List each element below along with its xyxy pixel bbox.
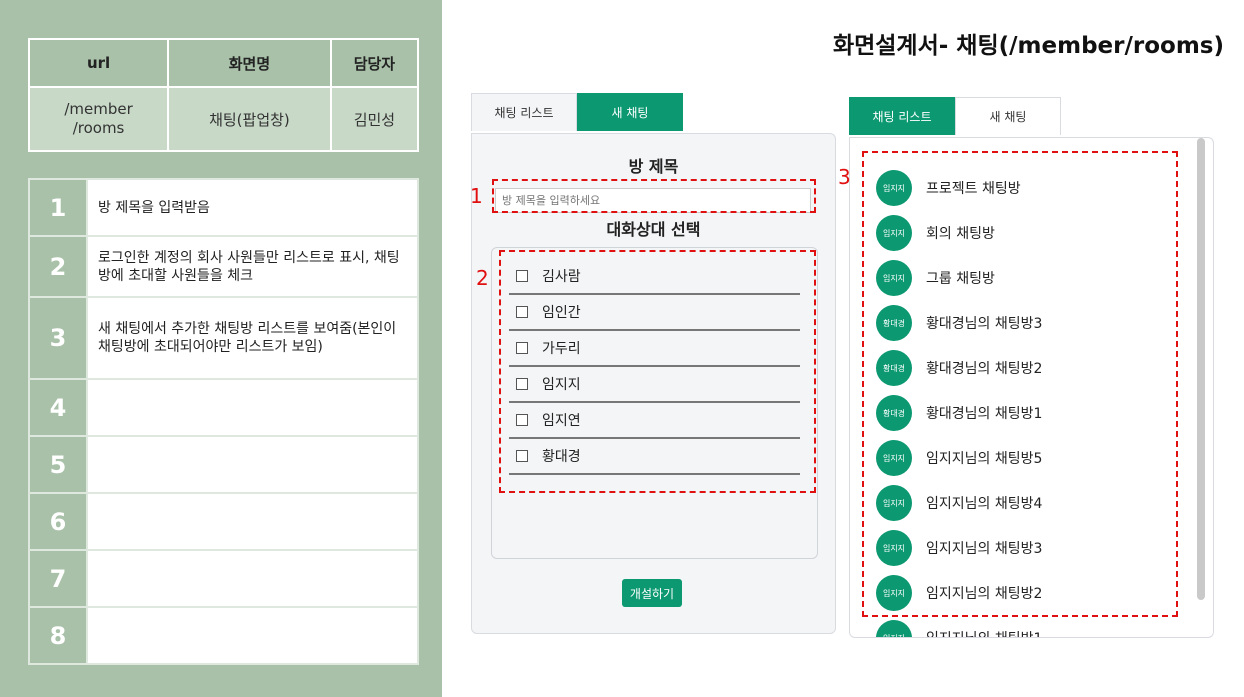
desc-number: 7 — [28, 549, 88, 608]
scrollbar[interactable] — [1197, 138, 1205, 600]
desc-text — [86, 378, 419, 437]
desc-text: 새 채팅에서 추가한 채팅방 리스트를 보여줌(본인이 채팅방에 초대되어야만 … — [86, 296, 419, 380]
desc-number: 8 — [28, 606, 88, 665]
description-table: 1방 제목을 입력받음 2 로그인한 계정의 회사 사원들만 리스트로 표시, 채… — [28, 178, 419, 665]
create-room-button[interactable]: 개설하기 — [622, 579, 682, 607]
info-header-url: url — [27, 38, 170, 88]
desc-number: 2 — [28, 235, 88, 298]
partner-select-label: 대화상대 선택 — [606, 220, 701, 239]
annotation-number-2: 2 — [476, 266, 489, 290]
room-name: 임지지님의 채팅방1 — [926, 628, 1042, 637]
tab-new-chat-inactive[interactable]: 새 채팅 — [955, 97, 1061, 135]
desc-number: 3 — [28, 296, 88, 380]
tab-chat-list[interactable]: 채팅 리스트 — [471, 93, 577, 131]
desc-text: 방 제목을 입력받음 — [86, 178, 419, 237]
info-url-value: /member /rooms — [27, 86, 170, 152]
annotation-box-3 — [862, 151, 1178, 617]
page-title: 화면설계서- 채팅(/member/rooms) — [832, 33, 1224, 59]
tab-new-chat[interactable]: 새 채팅 — [577, 93, 683, 131]
annotation-box-2 — [499, 250, 816, 493]
info-screen-name-value: 채팅(팝업창) — [167, 86, 332, 152]
info-header-screen-name: 화면명 — [167, 38, 332, 88]
desc-text — [86, 435, 419, 494]
desc-number: 5 — [28, 435, 88, 494]
info-header-owner: 담당자 — [329, 38, 420, 88]
spec-sidebar: url 화면명 담당자 /member /rooms 채팅(팝업창) 김민성 1… — [0, 0, 442, 697]
annotation-number-1: 1 — [470, 184, 483, 208]
info-table: url 화면명 담당자 /member /rooms 채팅(팝업창) 김민성 — [27, 38, 420, 152]
desc-number: 4 — [28, 378, 88, 437]
annotation-number-3: 3 — [838, 165, 851, 189]
avatar: 임지지 — [876, 620, 912, 637]
info-owner-value: 김민성 — [329, 86, 420, 152]
desc-number: 1 — [28, 178, 88, 237]
desc-text — [86, 606, 419, 665]
chat-room-item[interactable]: 임지지 임지지님의 채팅방1 — [876, 620, 1042, 637]
desc-text — [86, 492, 419, 551]
tab-chat-list-active[interactable]: 채팅 리스트 — [849, 97, 955, 135]
room-title-label: 방 제목 — [628, 157, 679, 176]
annotation-box-1 — [492, 179, 816, 213]
desc-text — [86, 549, 419, 608]
desc-number: 6 — [28, 492, 88, 551]
desc-text: 로그인한 계정의 회사 사원들만 리스트로 표시, 채팅방에 초대할 사원들을 … — [86, 235, 419, 298]
